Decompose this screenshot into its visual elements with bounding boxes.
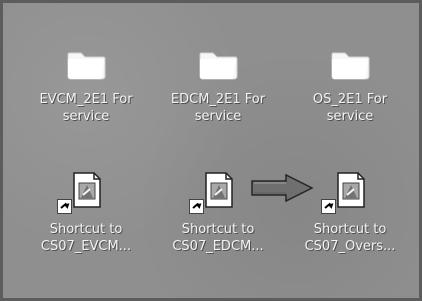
shortcut-arrow-icon [189,199,204,214]
desktop-screenshot: EVCM_2E1 For service EDCM_2E1 For servic… [0,0,422,301]
shortcut-arrow-icon [57,199,72,214]
shortcut-label-line-2: CS07_EDCM... [172,239,264,254]
folder-item-evcm-service[interactable]: EVCM_2E1 For service [27,41,145,126]
folder-label-line-2: service [194,109,242,124]
folder-label-line-2: service [326,109,374,124]
shortcut-file-icon [57,167,109,214]
shortcut-label-line-1: Shortcut to [313,222,387,237]
shortcut-label-line-2: CS07_Overs... [304,239,396,254]
shortcut-label-line-1: Shortcut to [181,222,255,237]
folder-icon [63,41,109,87]
folder-label-line-2: service [62,109,110,124]
folder-label-line-1: EVCM_2E1 For [39,92,133,107]
shortcut-file-icon [189,167,241,214]
folder-icon [327,41,373,87]
shortcut-arrow-icon [321,199,336,214]
folder-item-edcm-service[interactable]: EDCM_2E1 For service [159,41,277,126]
folder-label-line-1: EDCM_2E1 For [170,92,266,107]
folder-label-line-1: OS_2E1 For [312,92,388,107]
folder-icon [195,41,241,87]
folder-item-os-service[interactable]: OS_2E1 For service [291,41,409,126]
pointer-arrow-icon [251,173,314,203]
shortcut-item-evcm[interactable]: Shortcut to CS07_EVCM... [27,167,145,256]
shortcut-label-line-2: CS07_EVCM... [40,239,132,254]
shortcut-label-line-1: Shortcut to [49,222,123,237]
shortcut-file-icon [321,167,373,214]
